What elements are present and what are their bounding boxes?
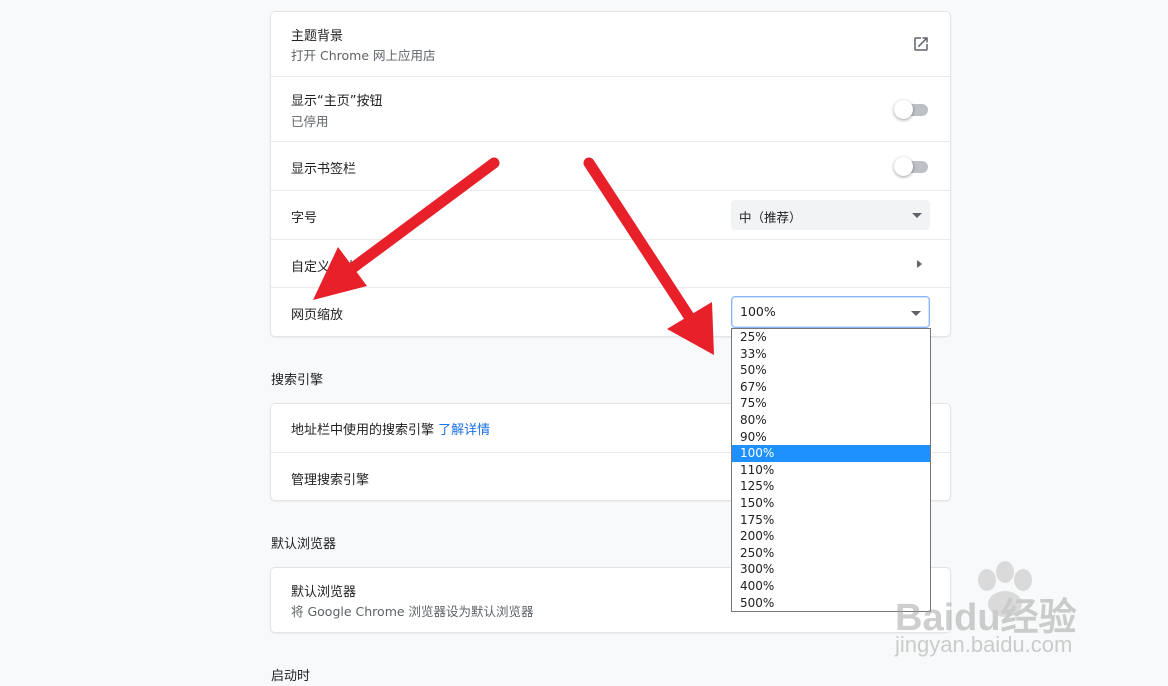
font-size-value: 中（推荐） — [739, 210, 802, 225]
font-size-title: 字号 — [291, 211, 318, 226]
baidu-watermark: Baidu经验 jingyan.baidu.com — [895, 560, 1155, 680]
zoom-option[interactable]: 90% — [732, 429, 930, 446]
zoom-option[interactable]: 125% — [732, 478, 930, 495]
theme-row[interactable]: 主题背景 打开 Chrome 网上应用店 — [271, 12, 950, 76]
home-button-subtitle: 已停用 — [291, 114, 329, 129]
zoom-option[interactable]: 75% — [732, 395, 930, 412]
startup-section-title: 启动时 — [271, 669, 311, 684]
bookmarks-bar-row[interactable]: 显示书签栏 — [271, 141, 950, 191]
chevron-down-icon — [912, 213, 922, 218]
address-bar-search-title: 地址栏中使用的搜索引擎 了解详情 — [291, 419, 490, 438]
default-browser-title: 默认浏览器 — [291, 585, 357, 600]
zoom-option[interactable]: 80% — [732, 412, 930, 429]
home-button-title: 显示“主页”按钮 — [291, 94, 383, 109]
font-size-select[interactable]: 中（推荐） — [731, 200, 930, 230]
toggle-knob — [894, 157, 913, 176]
toggle-knob — [894, 100, 913, 119]
zoom-option[interactable]: 100% — [732, 445, 930, 462]
manage-search-engines-title: 管理搜索引擎 — [291, 473, 370, 488]
page-zoom-title: 网页缩放 — [291, 308, 344, 323]
watermark-url: jingyan.baidu.com — [895, 632, 1073, 657]
font-size-row: 字号 中（推荐） — [271, 190, 950, 240]
address-bar-search-text: 地址栏中使用的搜索引擎 — [291, 423, 435, 438]
chevron-right-icon — [917, 260, 922, 268]
zoom-option[interactable]: 110% — [732, 462, 930, 479]
open-in-new-icon[interactable] — [912, 35, 930, 53]
bookmarks-bar-toggle[interactable] — [894, 157, 928, 176]
theme-subtitle: 打开 Chrome 网上应用店 — [291, 48, 436, 63]
zoom-option[interactable]: 200% — [732, 528, 930, 545]
bookmarks-bar-title: 显示书签栏 — [291, 162, 357, 177]
zoom-option[interactable]: 67% — [732, 379, 930, 396]
custom-fonts-row[interactable]: 自定义字体 — [271, 239, 950, 288]
zoom-option[interactable]: 150% — [732, 495, 930, 512]
page-zoom-select[interactable]: 100% — [731, 296, 930, 328]
learn-more-link[interactable]: 了解详情 — [438, 423, 490, 438]
home-button-row[interactable]: 显示“主页”按钮 已停用 — [271, 76, 950, 142]
home-button-toggle[interactable] — [894, 100, 928, 119]
default-browser-subtitle: 将 Google Chrome 浏览器设为默认浏览器 — [291, 604, 534, 619]
zoom-option[interactable]: 25% — [732, 329, 930, 346]
appearance-card: 主题背景 打开 Chrome 网上应用店 显示“主页”按钮 已停用 显示书签栏 … — [271, 12, 950, 336]
zoom-option[interactable]: 250% — [732, 545, 930, 562]
custom-fonts-title: 自定义字体 — [291, 260, 357, 275]
theme-title: 主题背景 — [291, 29, 344, 44]
page-zoom-value: 100% — [740, 304, 776, 319]
zoom-option[interactable]: 175% — [732, 512, 930, 529]
zoom-option[interactable]: 33% — [732, 346, 930, 363]
zoom-option[interactable]: 50% — [732, 362, 930, 379]
default-browser-section-title: 默认浏览器 — [271, 537, 337, 552]
search-engine-section-title: 搜索引擎 — [271, 373, 324, 388]
chevron-down-icon — [911, 311, 921, 316]
